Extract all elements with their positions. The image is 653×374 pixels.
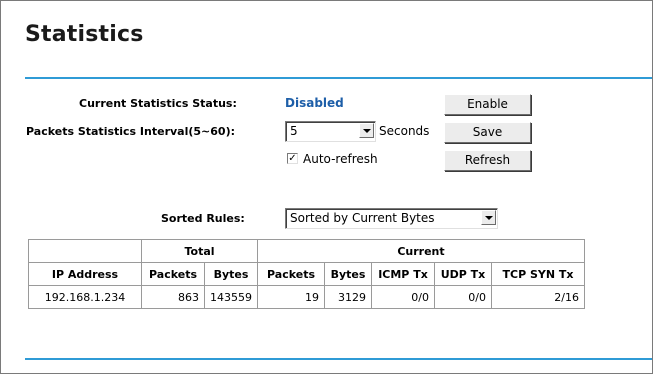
table-header-total-packets: Packets	[141, 262, 205, 286]
status-value: Disabled	[285, 96, 344, 110]
cell-icmp-tx: 0/0	[371, 285, 435, 309]
auto-refresh-checkbox[interactable]: ✓	[287, 153, 298, 164]
table-column-header-row: IP Address Packets Bytes Packets Bytes I…	[28, 262, 585, 286]
interval-label: Packets Statistics Interval(5~60):	[26, 125, 235, 138]
sort-select[interactable]: Sorted by Current Bytes	[285, 208, 498, 229]
table-group-header-row: Total Current	[28, 239, 585, 263]
table-header-total-bytes: Bytes	[204, 262, 258, 286]
interval-unit: Seconds	[379, 124, 430, 138]
chevron-down-icon[interactable]	[481, 210, 496, 225]
interval-select-value: 5	[290, 124, 298, 138]
statistics-table: Total Current IP Address Packets Bytes P…	[28, 239, 585, 309]
content-frame: Statistics Current Statistics Status: Di…	[0, 0, 653, 374]
cell-tcp-syn-tx: 2/16	[491, 285, 585, 309]
table-header-udp-tx: UDP Tx	[434, 262, 492, 286]
cell-total-packets: 863	[141, 285, 205, 309]
checkmark-icon: ✓	[288, 153, 297, 164]
table-header-ip-address: IP Address	[28, 262, 142, 286]
table-header-current-bytes: Bytes	[324, 262, 372, 286]
save-button[interactable]: Save	[444, 122, 531, 143]
cell-udp-tx: 0/0	[434, 285, 492, 309]
interval-select[interactable]: 5	[285, 121, 376, 142]
table-header-icmp-tx: ICMP Tx	[371, 262, 435, 286]
table-header-blank	[28, 239, 142, 263]
bottom-divider	[25, 358, 652, 360]
top-divider	[25, 77, 652, 79]
table-header-current: Current	[257, 239, 585, 263]
chevron-down-icon[interactable]	[359, 123, 374, 138]
sort-label: Sorted Rules:	[161, 212, 245, 225]
table-header-current-packets: Packets	[257, 262, 325, 286]
cell-total-bytes: 143559	[204, 285, 258, 309]
sort-select-value: Sorted by Current Bytes	[290, 211, 435, 225]
refresh-button[interactable]: Refresh	[444, 150, 531, 171]
status-label: Current Statistics Status:	[79, 97, 237, 110]
table-header-tcp-syn-tx: TCP SYN Tx	[491, 262, 585, 286]
cell-current-packets: 19	[257, 285, 325, 309]
table-header-total: Total	[141, 239, 258, 263]
enable-button[interactable]: Enable	[444, 94, 531, 115]
cell-current-bytes: 3129	[324, 285, 372, 309]
auto-refresh-label: Auto-refresh	[303, 152, 378, 166]
cell-ip-address: 192.168.1.234	[28, 285, 142, 309]
table-row: 192.168.1.234 863 143559 19 3129 0/0 0/0…	[28, 285, 585, 309]
page-title: Statistics	[25, 22, 144, 47]
